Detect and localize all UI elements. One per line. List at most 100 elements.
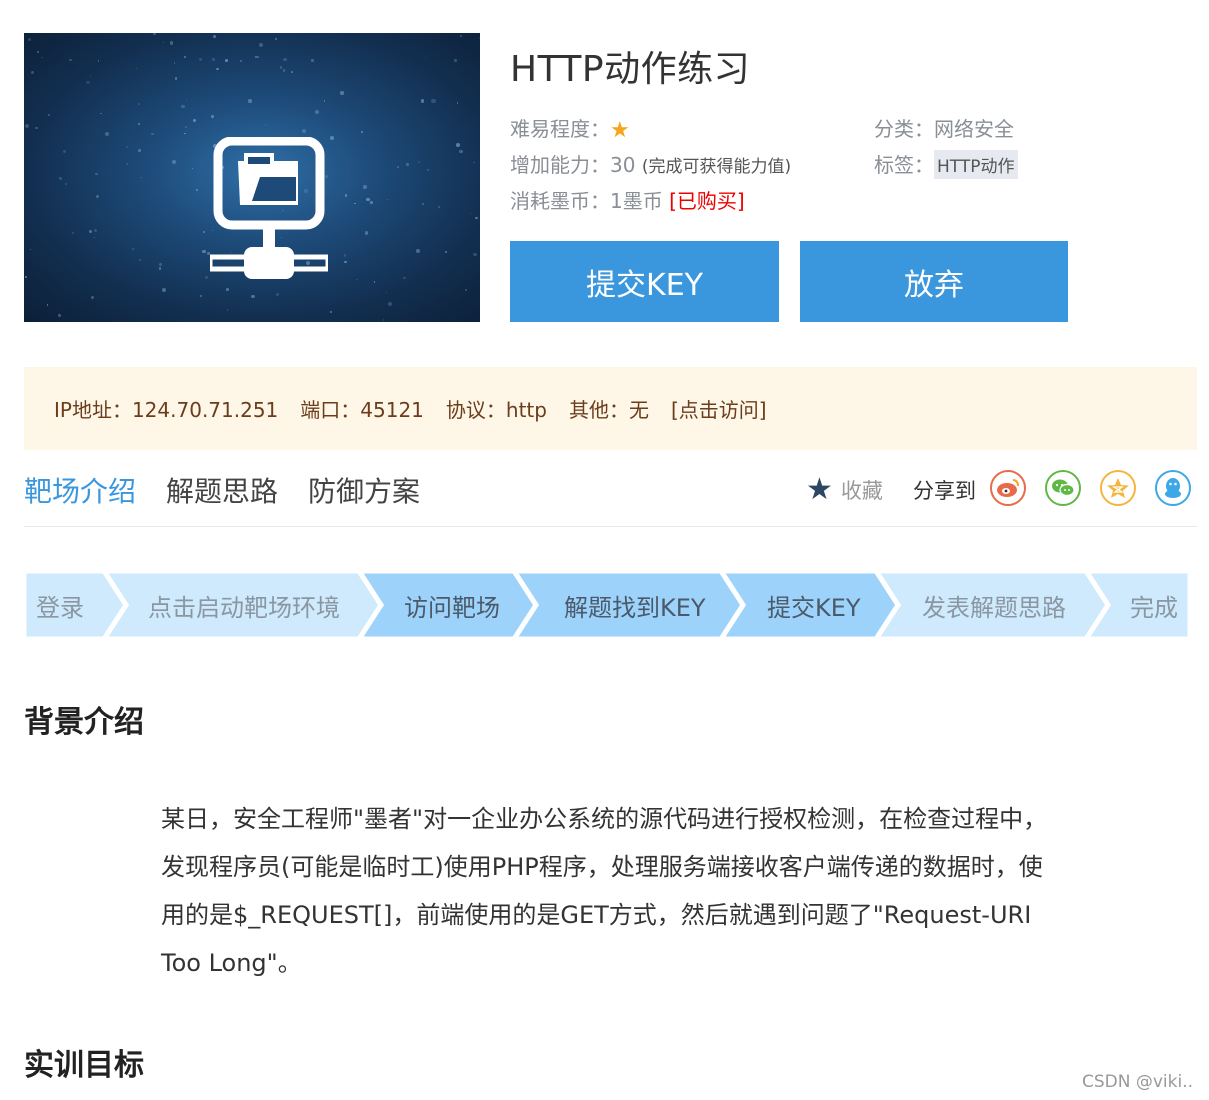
background-speck: [138, 149, 141, 152]
background-speck: [105, 132, 109, 137]
background-speck: [89, 229, 93, 233]
tag-badge[interactable]: HTTP动作: [934, 150, 1018, 179]
share-label: 分享到: [913, 479, 976, 503]
wechat-icon[interactable]: [1045, 470, 1081, 506]
background-speck: [211, 115, 215, 119]
cost-label: 消耗墨币：: [510, 189, 610, 213]
background-speck: [162, 288, 167, 293]
background-speck: [315, 110, 319, 114]
background-speck: [89, 75, 91, 77]
star-icon: ★: [806, 472, 833, 507]
abandon-button[interactable]: 放弃: [800, 241, 1068, 322]
background-speck: [264, 124, 267, 126]
background-speck: [58, 314, 61, 317]
background-speck: [385, 292, 388, 294]
background-speck: [283, 57, 288, 62]
background-speck: [406, 163, 409, 166]
background-speck: [416, 248, 421, 253]
background-speck: [364, 231, 369, 236]
background-speck: [96, 194, 100, 199]
background-speck: [63, 149, 67, 153]
server-monitor-icon: [210, 137, 328, 279]
background-speck: [248, 99, 252, 103]
other-info: 其他：无: [568, 398, 649, 422]
background-speck: [141, 176, 143, 178]
background-speck: [417, 160, 421, 163]
background-speck: [58, 177, 62, 181]
background-speck: [464, 289, 468, 292]
background-speck: [151, 132, 154, 136]
background-speck: [373, 281, 376, 283]
qq-icon[interactable]: [1155, 470, 1191, 506]
background-speck: [454, 58, 457, 62]
background-speck: [199, 58, 203, 62]
background-speck: [431, 99, 436, 104]
tab-solution[interactable]: 解题思路: [166, 470, 278, 510]
favorite-button[interactable]: ★ 收藏: [806, 472, 883, 507]
background-speck: [25, 276, 27, 278]
visit-link[interactable]: [点击访问]: [671, 394, 767, 423]
step-submit-key: 提交KEY: [767, 593, 861, 622]
background-speck: [158, 267, 162, 270]
background-speck: [183, 56, 186, 59]
tab-intro[interactable]: 靶场介绍: [24, 470, 136, 510]
purchased-status: [已购买]: [669, 189, 745, 213]
background-speck: [473, 161, 475, 164]
background-speck: [216, 67, 219, 71]
background-speck: [204, 276, 208, 280]
background-speck: [30, 70, 34, 74]
background-speck: [202, 249, 206, 253]
background-speck: [311, 59, 314, 62]
background-speck: [196, 189, 199, 192]
step-find-key: 解题找到KEY: [564, 593, 706, 622]
weibo-icon[interactable]: [990, 470, 1026, 506]
qzone-icon[interactable]: [1100, 470, 1136, 506]
tag-label: 标签：: [874, 153, 934, 177]
submit-key-button[interactable]: 提交KEY: [510, 241, 779, 322]
background-speck: [184, 125, 187, 128]
background-speck: [225, 58, 228, 62]
background-speck: [344, 194, 347, 197]
tag-row: 标签： HTTP动作: [874, 149, 1018, 179]
background-heading: 背景介绍: [24, 705, 144, 740]
background-speck: [356, 278, 358, 281]
background-text: 某日，安全工程师"墨者"对一企业办公系统的源代码进行授权检测，在检查过程中，发现…: [161, 805, 1048, 977]
background-speck: [69, 58, 73, 62]
background-speck: [138, 103, 141, 106]
background-speck: [290, 71, 293, 73]
background-speck: [97, 60, 99, 62]
category-label: 分类：: [874, 117, 934, 141]
background-speck: [386, 198, 389, 201]
background-speck: [282, 68, 286, 72]
ability-note: (完成可获得能力值): [641, 157, 792, 177]
background-speck: [362, 185, 367, 190]
star-icon: ★: [610, 118, 630, 143]
background-speck: [479, 37, 480, 40]
cost-value: 1墨币: [610, 189, 663, 213]
challenge-title: HTTP动作练习: [510, 49, 751, 90]
background-speck: [169, 41, 174, 45]
tab-defense[interactable]: 防御方案: [308, 470, 420, 510]
background-speck: [153, 33, 156, 36]
background-speck: [158, 263, 163, 267]
background-speck: [211, 57, 216, 62]
protocol: 协议：http: [445, 398, 547, 422]
ip-address: IP地址：124.70.71.251: [54, 398, 279, 422]
ability-label: 增加能力：: [510, 153, 610, 177]
watermark: CSDN @viki..: [1082, 1072, 1194, 1092]
background-speck: [27, 38, 31, 42]
background-speck: [340, 91, 344, 95]
background-speck: [354, 203, 356, 205]
background-speck: [94, 228, 98, 232]
background-speck: [458, 149, 463, 154]
background-speck: [254, 55, 258, 59]
challenge-cover-image: [24, 33, 480, 322]
background-speck: [213, 35, 216, 38]
port: 端口：45121: [300, 398, 424, 422]
background-speck: [226, 309, 228, 311]
background-speck: [470, 212, 472, 214]
target-info-bar: IP地址：124.70.71.251 端口：45121 协议：http 其他：无…: [24, 367, 1197, 450]
background-speck: [131, 247, 134, 250]
background-speck: [301, 129, 306, 134]
background-speck: [86, 80, 90, 85]
